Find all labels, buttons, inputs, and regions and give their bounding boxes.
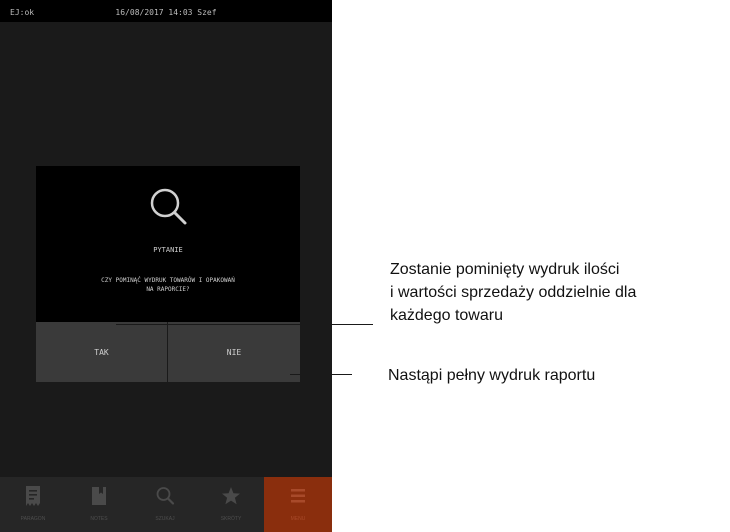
search-icon xyxy=(150,188,187,225)
receipt-icon xyxy=(26,486,40,506)
search-icon xyxy=(156,487,175,505)
no-button[interactable]: NIE xyxy=(168,322,300,382)
notes-icon xyxy=(92,487,106,505)
status-datetime: 16/08/2017 14:03 Szef xyxy=(115,8,217,17)
annotation-yes: Zostanie pominięty wydruk ilości i warto… xyxy=(390,258,636,327)
question-line-1: CZY POMINĄĆ WYDRUK TOWARÓW I OPAKOWAŃ xyxy=(101,277,235,284)
nav-paragon[interactable]: PARAGON xyxy=(0,477,66,532)
annotation-yes-line-2: i wartości sprzedaży oddzielnie dla xyxy=(390,284,637,301)
callout-line-yes xyxy=(116,324,373,325)
dialog-title: PYTANIE xyxy=(153,246,183,254)
nav-label-paragon: PARAGON xyxy=(20,516,46,522)
bottom-nav: PARAGON NOTES SZUKAJ SKRÓTY MENU xyxy=(0,477,332,532)
nav-notes[interactable]: NOTES xyxy=(66,477,132,532)
annotation-yes-line-3: każdego towaru xyxy=(390,307,503,324)
annotation-yes-line-1: Zostanie pominięty wydruk ilości xyxy=(390,261,620,278)
status-bar: EJ:ok 16/08/2017 14:03 Szef xyxy=(0,0,332,22)
nav-skroty[interactable]: SKRÓTY xyxy=(198,477,264,532)
nav-label-skroty: SKRÓTY xyxy=(220,516,242,522)
star-icon xyxy=(222,487,240,505)
question-line-2: NA RAPORCIE? xyxy=(146,286,190,293)
yes-button[interactable]: TAK xyxy=(36,322,167,382)
nav-szukaj[interactable]: SZUKAJ xyxy=(132,477,198,532)
question-dialog: PYTANIE CZY POMINĄĆ WYDRUK TOWARÓW I OPA… xyxy=(36,166,300,322)
nav-label-menu: MENU xyxy=(290,516,306,522)
menu-icon xyxy=(291,489,305,503)
nav-label-notes: NOTES xyxy=(90,516,108,522)
callout-line-no xyxy=(290,374,352,375)
nav-menu[interactable]: MENU xyxy=(264,477,332,532)
dialog-question: CZY POMINĄĆ WYDRUK TOWARÓW I OPAKOWAŃ NA… xyxy=(48,276,288,294)
device-screen: EJ:ok 16/08/2017 14:03 Szef PYTANIE CZY … xyxy=(0,0,332,532)
annotation-no: Nastąpi pełny wydruk raportu xyxy=(388,367,596,384)
nav-label-szukaj: SZUKAJ xyxy=(155,516,175,522)
